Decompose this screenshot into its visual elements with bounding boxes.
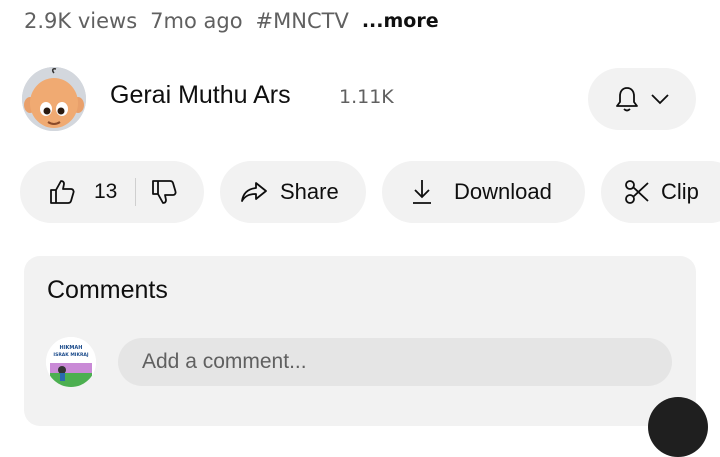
comments-title: Comments (47, 276, 168, 304)
share-icon (241, 182, 267, 202)
upload-age: 7mo ago (150, 9, 243, 33)
download-label: Download (454, 179, 552, 204)
download-icon (413, 180, 431, 204)
user-avatar-image: HIKMAH ISRAK MIKRAJ (46, 337, 96, 387)
like-count[interactable]: 13 (94, 180, 117, 204)
comments-section[interactable]: Comments HIKMAH ISRAK MIKRAJ (24, 256, 696, 426)
scissors-icon (625, 180, 649, 204)
action-bar: 13 Share Download Clip (20, 161, 720, 223)
like-divider (135, 178, 137, 206)
share-button[interactable]: Share (220, 161, 366, 223)
channel-row: Gerai Muthu Ars 1.11K (22, 67, 720, 131)
channel-name[interactable]: Gerai Muthu Ars (110, 81, 291, 110)
thumbs-up-icon[interactable] (48, 178, 76, 206)
add-comment-input[interactable] (118, 338, 672, 386)
clip-label: Clip (661, 179, 699, 204)
clip-button[interactable]: Clip (601, 161, 720, 223)
chevron-down-icon (651, 94, 669, 105)
notification-bell-button[interactable] (588, 68, 696, 130)
user-avatar: HIKMAH ISRAK MIKRAJ (46, 337, 96, 387)
avatar-text-line-1: HIKMAH (60, 345, 83, 351)
more-link[interactable]: ...more (362, 10, 439, 32)
video-meta-line[interactable]: 2.9K views 7mo ago #MNCTV ...more (24, 4, 439, 38)
channel-avatar[interactable] (22, 67, 86, 131)
share-label: Share (280, 179, 339, 204)
avatar-text-line-2: ISRAK MIKRAJ (53, 352, 89, 358)
thumbs-down-icon[interactable] (150, 178, 178, 206)
cartoon-boy-avatar-icon (22, 67, 86, 131)
hashtag-link[interactable]: #MNCTV (256, 9, 349, 33)
floating-action-button[interactable] (648, 397, 708, 457)
view-count: 2.9K views (24, 9, 138, 33)
subscriber-count: 1.11K (339, 86, 394, 108)
download-button[interactable]: Download (382, 161, 585, 223)
bell-icon (616, 87, 638, 112)
like-dislike-group: 13 (20, 161, 204, 223)
